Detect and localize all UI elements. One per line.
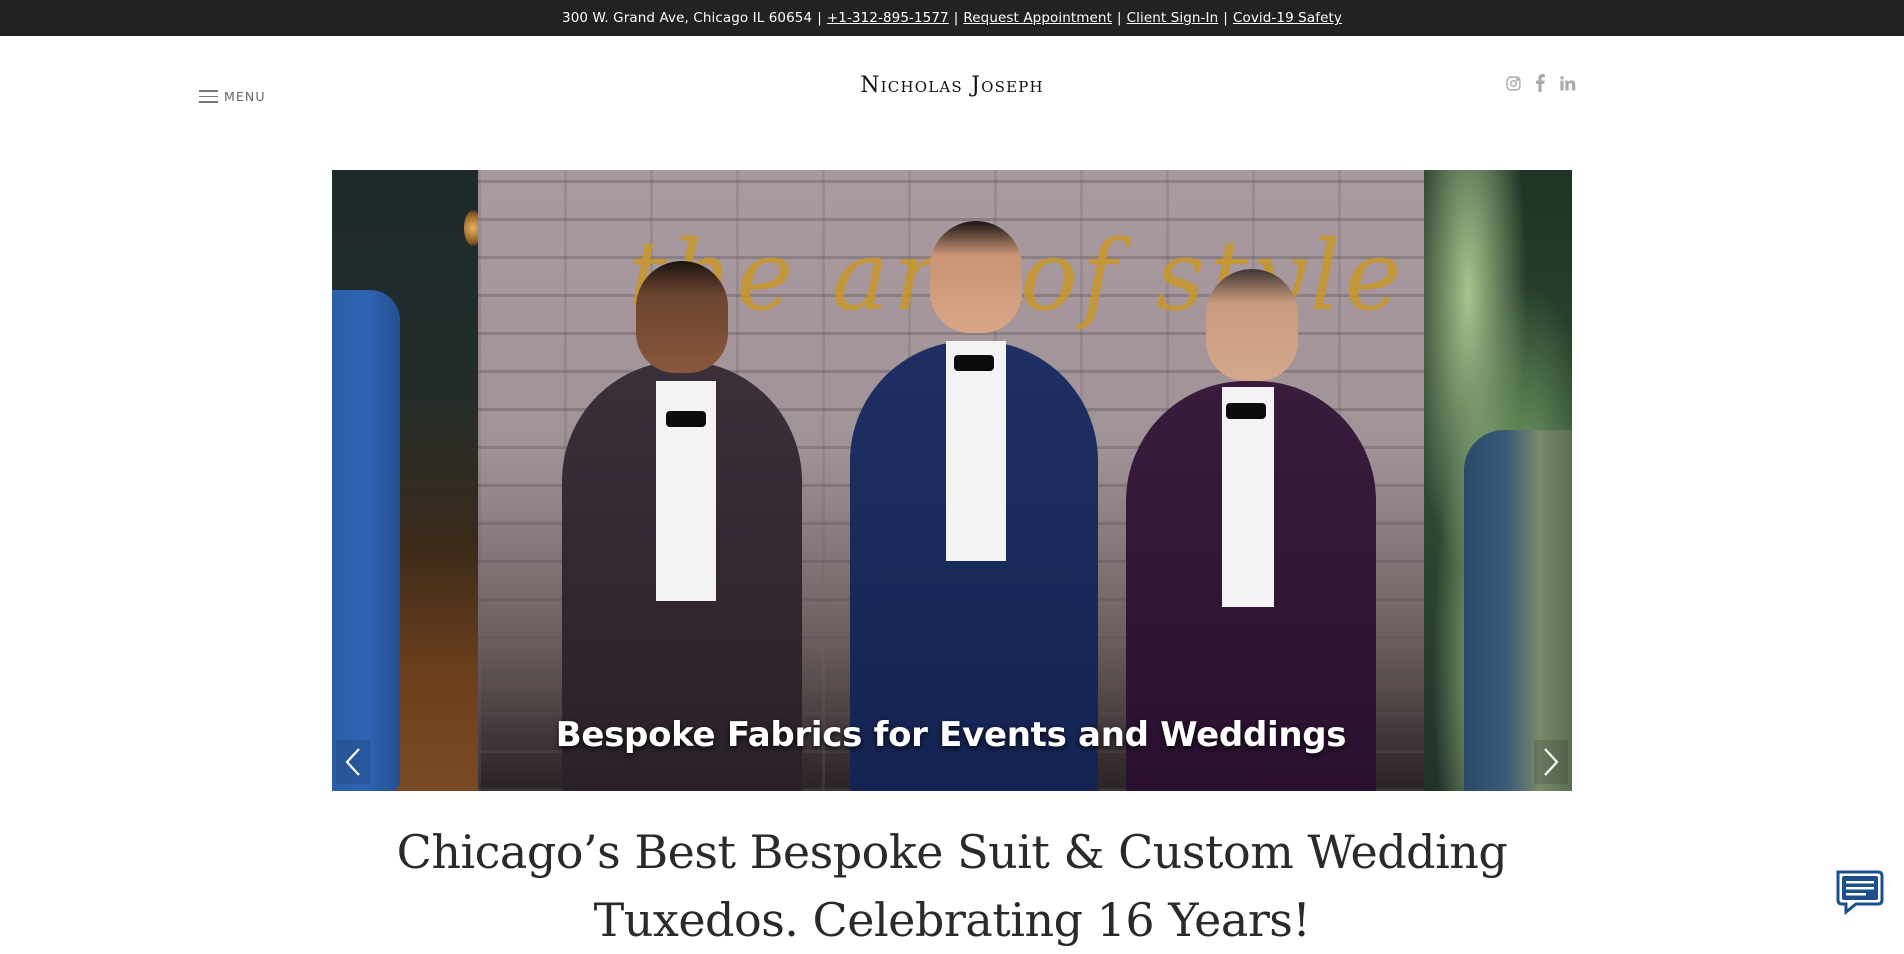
chevron-left-icon [345,748,360,776]
slider-prev-button[interactable] [336,740,370,784]
chat-widget-button[interactable] [1834,868,1886,916]
slide-current-image: the art of style [478,170,1424,791]
hero-slider[interactable]: the art of style Bespoke Fabrics for Eve… [332,170,1572,791]
slide-preview-next [1424,170,1572,791]
page-headline: Chicago’s Best Bespoke Suit & Custom Wed… [332,818,1572,954]
request-appointment-link[interactable]: Request Appointment [963,10,1112,26]
address-text: 300 W. Grand Ave, Chicago IL 60654 [562,10,813,26]
slider-next-button[interactable] [1534,740,1568,784]
announcement-bar: 300 W. Grand Ave, Chicago IL 60654 | +1-… [0,0,1904,36]
client-sign-in-link[interactable]: Client Sign-In [1127,10,1219,26]
separator: | [1116,10,1122,26]
phone-link[interactable]: +1-312-895-1577 [827,10,949,26]
linkedin-icon[interactable] [1558,74,1576,92]
facebook-icon[interactable] [1531,74,1549,92]
headline-line: Tuxedos. Celebrating 16 Years! [593,893,1311,947]
chevron-right-icon [1544,748,1559,776]
chat-bubble-icon [1836,870,1884,916]
headline-line: Chicago’s Best Bespoke Suit & Custom Wed… [396,825,1508,879]
slide-caption: Bespoke Fabrics for Events and Weddings [555,715,1347,755]
site-logo[interactable]: Nicholas Joseph [0,73,1904,98]
covid-safety-link[interactable]: Covid-19 Safety [1233,10,1342,26]
separator: | [953,10,959,26]
separator: | [1223,10,1228,26]
instagram-icon[interactable] [1504,74,1522,92]
social-links [1504,74,1576,92]
separator: | [817,10,822,26]
slide-preview-previous [332,170,478,791]
